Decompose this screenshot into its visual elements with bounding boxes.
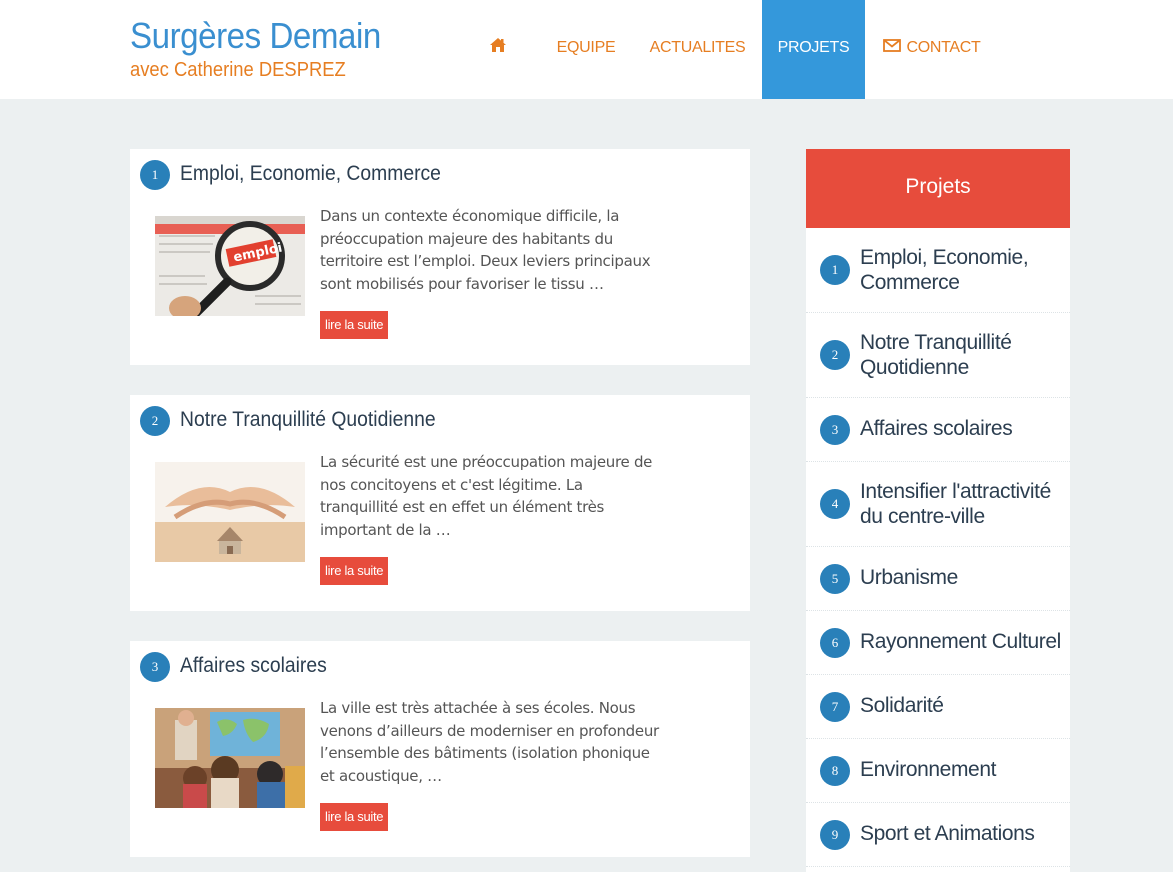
sidebar-item-label: Solidarité <box>860 694 944 717</box>
sidebar-number-badge: 5 <box>820 563 850 594</box>
site-header: Surgères Demain avec Catherine DESPREZ E… <box>0 0 1173 99</box>
sidebar-item-label: Affaires scolaires <box>860 417 1013 440</box>
site-title[interactable]: Surgères Demain <box>130 14 381 58</box>
sidebar-item-urbanisme[interactable]: 5 Urbanisme <box>806 547 1070 611</box>
sidebar-item-tranquillite[interactable]: 2 Notre Tranquillité Quotidienne <box>806 313 1070 398</box>
nav-projets[interactable]: PROJETS <box>762 0 865 99</box>
home-icon <box>490 37 506 52</box>
newspaper-magnifier-image: emploi <box>155 216 305 316</box>
hands-house-image <box>155 462 305 562</box>
article-number-badge: 3 <box>140 652 170 682</box>
sidebar-number-badge: 8 <box>820 755 850 786</box>
article-title[interactable]: Emploi, Economie, Commerce <box>180 160 441 188</box>
article-card: 1 Emploi, Economie, Commerce emploi Dans… <box>130 149 750 365</box>
article-title[interactable]: Notre Tranquillité Quotidienne <box>180 406 436 434</box>
article-thumbnail[interactable] <box>155 462 305 562</box>
sidebar-item-label: Notre Tranquillité Quotidienne <box>860 331 1012 379</box>
nav-equipe[interactable]: EQUIPE <box>548 0 624 99</box>
nav-home[interactable] <box>476 0 520 99</box>
sidebar-item-label: Intensifier l'attractivité du centre-vil… <box>860 480 1051 528</box>
sidebar-item-label: Rayonnement Culturel <box>860 630 1061 653</box>
sidebar-item-solidarite[interactable]: 7 Solidarité <box>806 675 1070 739</box>
sidebar-number-badge: 7 <box>820 691 850 722</box>
sidebar-number-badge: 6 <box>820 627 850 658</box>
sidebar-number-badge: 3 <box>820 414 850 445</box>
site-subtitle: avec Catherine DESPREZ <box>130 59 346 81</box>
article-thumbnail[interactable]: emploi <box>155 216 305 316</box>
article-excerpt: La sécurité est une préoccupation majeur… <box>320 453 653 539</box>
article-title[interactable]: Affaires scolaires <box>180 652 327 680</box>
sidebar-item-environnement[interactable]: 8 Environnement <box>806 739 1070 803</box>
sidebar-item-emploi[interactable]: 1 Emploi, Economie, Commerce <box>806 228 1070 313</box>
article-card: 3 Affaires scolaires La ville est très a… <box>130 641 750 857</box>
article-thumbnail[interactable] <box>155 708 305 808</box>
mail-icon <box>883 39 902 53</box>
article-card: 2 Notre Tranquillité Quotidienne La sécu… <box>130 395 750 611</box>
sidebar-item-label: Urbanisme <box>860 566 958 589</box>
nav-contact-label: CONTACT <box>906 39 981 56</box>
sidebar-item-label: Environnement <box>860 758 997 781</box>
article-excerpt: Dans un contexte économique difficile, l… <box>320 207 651 293</box>
read-more-button[interactable]: lire la suite <box>320 557 389 585</box>
sidebar-item-sport[interactable]: 9 Sport et Animations <box>806 803 1070 867</box>
sidebar-item-label: Sport et Animations <box>860 822 1035 845</box>
sidebar-title: Projets <box>806 149 1070 228</box>
sidebar-item-scolaires[interactable]: 3 Affaires scolaires <box>806 398 1070 462</box>
read-more-button[interactable]: lire la suite <box>320 803 389 831</box>
article-number-badge: 2 <box>140 406 170 436</box>
article-excerpt: La ville est très attachée à ses écoles.… <box>320 699 659 785</box>
article-number-badge: 1 <box>140 160 170 190</box>
sidebar-number-badge: 9 <box>820 819 850 850</box>
sidebar-number-badge: 2 <box>820 340 850 370</box>
sidebar-number-badge: 4 <box>820 489 850 519</box>
site-brand[interactable]: Surgères Demain avec Catherine DESPREZ <box>130 14 403 82</box>
classroom-image <box>155 708 305 808</box>
sidebar-item-centre-ville[interactable]: 4 Intensifier l'attractivité du centre-v… <box>806 462 1070 547</box>
sidebar-item-culturel[interactable]: 6 Rayonnement Culturel <box>806 611 1070 675</box>
nav-actualites[interactable]: ACTUALITES <box>645 0 750 99</box>
nav-contact[interactable]: CONTACT <box>880 0 984 99</box>
sidebar-item-label: Emploi, Economie, Commerce <box>860 246 1029 294</box>
projects-sidebar: Projets 1 Emploi, Economie, Commerce 2 N… <box>806 149 1070 872</box>
sidebar-number-badge: 1 <box>820 255 850 285</box>
read-more-button[interactable]: lire la suite <box>320 311 389 339</box>
